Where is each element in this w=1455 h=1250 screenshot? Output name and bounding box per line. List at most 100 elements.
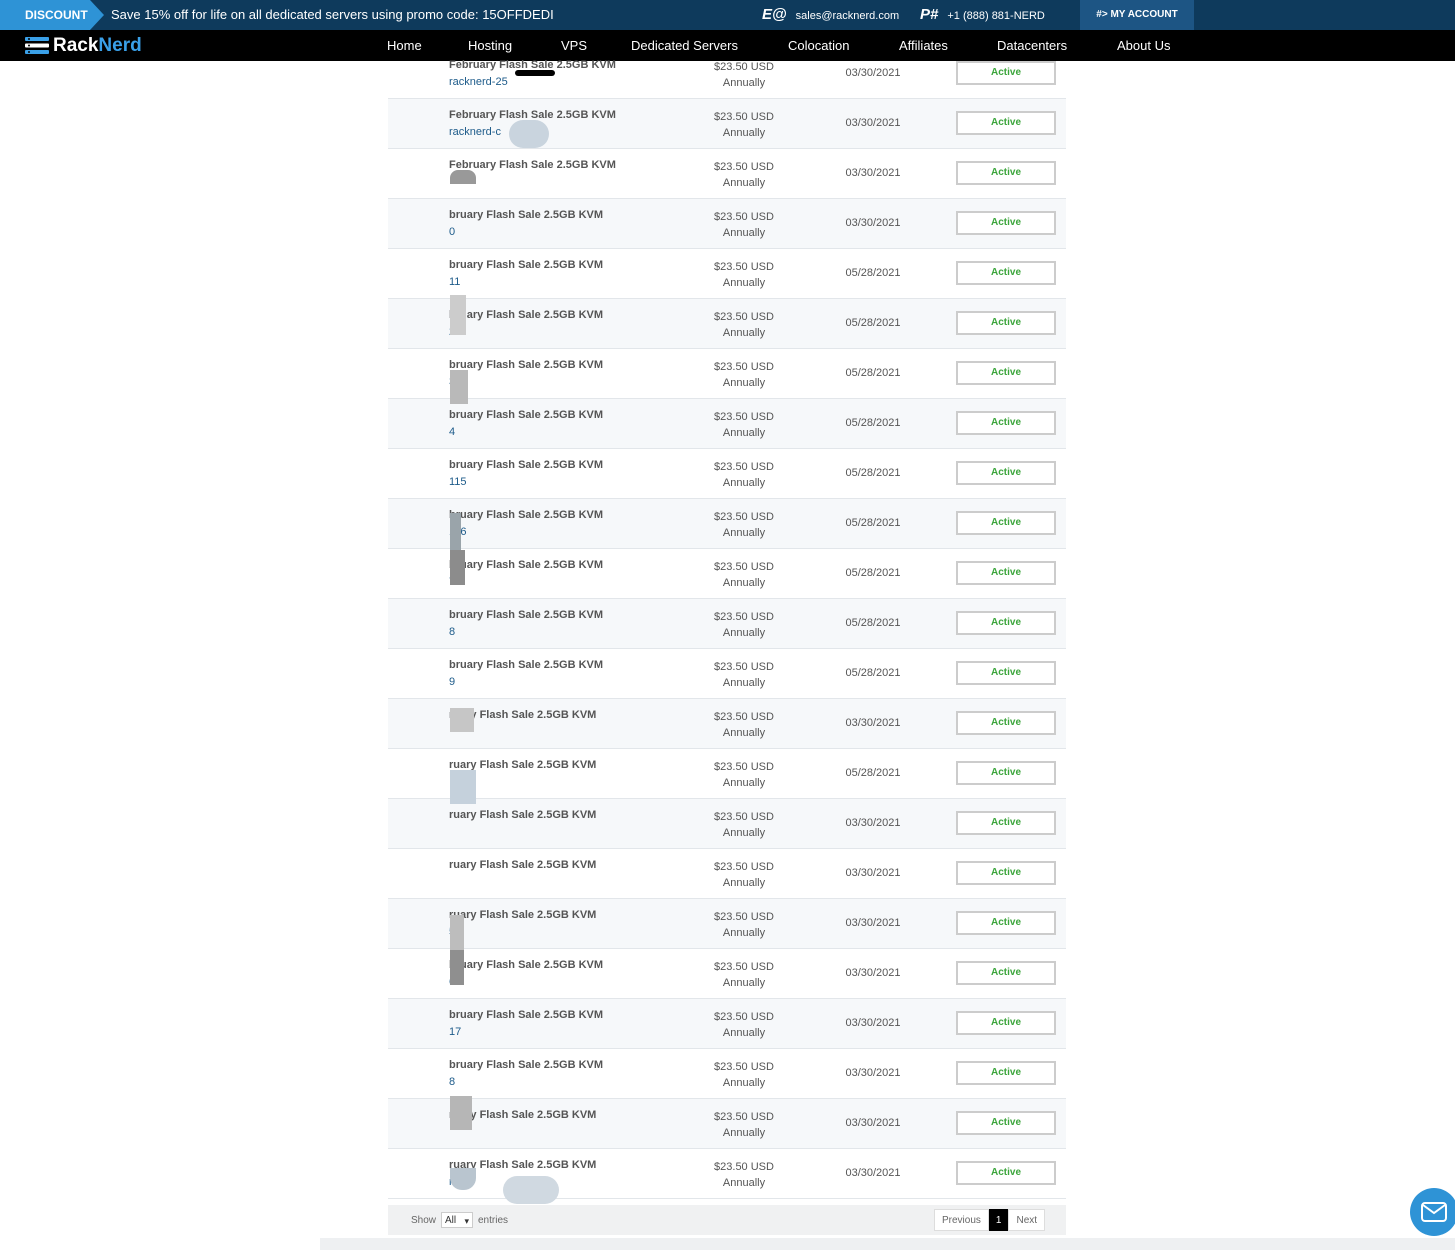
table-row[interactable]: ruary Flash Sale 2.5GB KVM 03/30/2021 Acti… xyxy=(388,799,1066,849)
chat-button[interactable] xyxy=(1410,1188,1455,1236)
racknerd-logo[interactable]: RackNerd xyxy=(25,30,142,61)
my-account-button[interactable]: #> MY ACCOUNT xyxy=(1080,0,1194,30)
logo-text: RackNerd xyxy=(53,35,142,57)
hostname-link[interactable]: 11 xyxy=(449,276,460,288)
page-1-button[interactable]: 1 xyxy=(988,1209,1009,1231)
next-due-date: 03/30/2021 xyxy=(845,1017,901,1029)
price-amount: $23.50 USD xyxy=(714,511,774,523)
price-amount: $23.50 USD xyxy=(714,461,774,473)
status-badge: Active xyxy=(956,261,1056,285)
product-name: ruary Flash Sale 2.5GB KVM xyxy=(449,859,597,871)
entries-label: entries xyxy=(478,1215,509,1226)
next-button[interactable]: Next xyxy=(1008,1209,1046,1231)
hostname-link[interactable]: 115 xyxy=(449,476,467,488)
status-badge: Active xyxy=(956,461,1056,485)
phone-link[interactable]: +1 (888) 881-NERD xyxy=(947,10,1045,22)
billing-cycle: Annually xyxy=(722,627,766,639)
table-row[interactable]: ruary Flash Sale 2.5GB KVM 03/30/2021 Acti… xyxy=(388,849,1066,899)
table-row[interactable]: bruary Flash Sale 2.5GB KVM 115 05/28/2021… xyxy=(388,449,1066,499)
next-due-date: 03/30/2021 xyxy=(845,917,901,929)
bottom-shadow xyxy=(320,1238,1455,1250)
table-row[interactable]: bruary Flash Sale 2.5GB KVM205/28/2021Ac… xyxy=(388,299,1066,349)
table-row[interactable]: bruary Flash Sale 2.5GB KVM 8 03/30/2021 Ac… xyxy=(388,1049,1066,1099)
table-row[interactable]: ruary Flash Sale 2.5GB KVMnerd-03/30/202… xyxy=(388,1149,1066,1199)
price-amount: $23.50 USD xyxy=(714,711,774,723)
price-cell: $23.50 USD Annually xyxy=(694,1109,794,1141)
hostname-link[interactable]: racknerd-c xyxy=(449,126,501,138)
logo-icon xyxy=(25,37,49,54)
product-name: February Flash Sale 2.5GB KVM xyxy=(449,159,616,171)
billing-cycle: Annually xyxy=(722,427,766,439)
hostname-link[interactable]: 8 xyxy=(449,626,455,638)
price-amount: $23.50 USD xyxy=(714,761,774,773)
table-row[interactable]: bruary Flash Sale 2.5GB KVM11605/28/2021… xyxy=(388,499,1066,549)
table-row[interactable]: bruary Flash Sale 2.5GB KVM 17 03/30/2021 A… xyxy=(388,999,1066,1049)
price-cell: $23.50 USD Annually xyxy=(694,609,794,641)
table-row[interactable]: bruary Flash Sale 2.5GB KVM 11 05/28/2021 A… xyxy=(388,249,1066,299)
redaction-mask xyxy=(509,120,549,148)
status-badge: Active xyxy=(956,961,1056,985)
status-badge: Active xyxy=(956,361,1056,385)
table-row[interactable]: bruary Flash Sale 2.5GB KVM 0 03/30/2021 Ac… xyxy=(388,199,1066,249)
nav-about-us[interactable]: About Us xyxy=(1117,30,1170,61)
table-row[interactable]: February Flash Sale 2.5GB KVM racknerd-c 0… xyxy=(388,99,1066,149)
table-row[interactable]: bruary Flash Sale 2.5GB KVM 8 05/28/2021 Ac… xyxy=(388,599,1066,649)
status-badge: Active xyxy=(956,711,1056,735)
hostname-link[interactable]: 8 xyxy=(449,1076,455,1088)
table-row[interactable]: ruary Flash Sale 2.5GB KVM 03/30/2021 Acti… xyxy=(388,699,1066,749)
price-amount: $23.50 USD xyxy=(714,611,774,623)
next-due-date: 03/30/2021 xyxy=(845,167,901,179)
logo-nerd: Nerd xyxy=(98,34,142,56)
price-cell: $23.50 USD Annually xyxy=(694,659,794,691)
price-cell: $23.50 USD Annually xyxy=(694,159,794,191)
price-amount: $23.50 USD xyxy=(714,561,774,573)
price-cell: $23.50 USD Annually xyxy=(694,1059,794,1091)
table-row[interactable]: ruary Flash Sale 2.5GB KVM 03/30/2021 Acti… xyxy=(388,1099,1066,1149)
table-row[interactable]: ruary Flash Sale 2.5GB KVM 05/28/2021 Acti… xyxy=(388,749,1066,799)
redaction-mask xyxy=(515,76,555,98)
price-amount: $23.50 USD xyxy=(714,261,774,273)
price-cell: $23.50 USD Annually xyxy=(694,509,794,541)
phone-contact[interactable]: P# +1 (888) 881-NERD xyxy=(920,0,1045,31)
price-amount: $23.50 USD xyxy=(714,1161,774,1173)
hostname-link[interactable]: 4 xyxy=(449,426,455,438)
price-cell: $23.50 USD Annually xyxy=(694,259,794,291)
billing-cycle: Annually xyxy=(722,227,766,239)
hostname-link[interactable]: 9 xyxy=(449,676,455,688)
table-row[interactable]: ruary Flash Sale 2.5GB KVM503/30/2021Act… xyxy=(388,899,1066,949)
table-row[interactable]: February Flash Sale 2.5GB KVM racknerd-25… xyxy=(388,49,1066,99)
email-link[interactable]: sales@racknerd.com xyxy=(796,10,899,22)
price-cell: $23.50 USD Annually xyxy=(694,959,794,991)
table-row[interactable]: February Flash Sale 2.5GB KVM 03/30/2021 A… xyxy=(388,149,1066,199)
previous-button[interactable]: Previous xyxy=(934,1209,989,1231)
next-due-date: 05/28/2021 xyxy=(845,617,901,629)
hostname-link[interactable]: 0 xyxy=(449,226,455,238)
redaction-mask xyxy=(450,170,476,184)
table-row[interactable]: bruary Flash Sale 2.5GB KVM305/28/2021Ac… xyxy=(388,349,1066,399)
redaction-mask xyxy=(503,1176,559,1204)
product-name: bruary Flash Sale 2.5GB KVM xyxy=(449,359,604,371)
price-cell: $23.50 USD Annually xyxy=(694,1159,794,1191)
billing-cycle: Annually xyxy=(722,177,766,189)
price-amount: $23.50 USD xyxy=(714,61,774,73)
table-row[interactable]: bruary Flash Sale 2.5GB KVM 4 05/28/2021 Ac… xyxy=(388,399,1066,449)
next-due-date: 03/30/2021 xyxy=(845,217,901,229)
price-amount: $23.50 USD xyxy=(714,1011,774,1023)
billing-cycle: Annually xyxy=(722,1027,766,1039)
status-badge: Active xyxy=(956,861,1056,885)
price-amount: $23.50 USD xyxy=(714,111,774,123)
redaction-mask xyxy=(450,513,461,551)
table-row[interactable]: bruary Flash Sale 2.5GB KVM603/30/2021Ac… xyxy=(388,949,1066,999)
billing-cycle: Annually xyxy=(722,77,766,89)
price-cell: $23.50 USD Annually xyxy=(694,709,794,741)
entries-select[interactable]: All ▾ xyxy=(441,1212,473,1228)
hostname-link[interactable]: 17 xyxy=(449,1026,461,1038)
status-badge: Active xyxy=(956,661,1056,685)
table-row[interactable]: bruary Flash Sale 2.5GB KVM705/28/2021Ac… xyxy=(388,549,1066,599)
table-row[interactable]: bruary Flash Sale 2.5GB KVM 9 05/28/2021 Ac… xyxy=(388,649,1066,699)
next-due-date: 05/28/2021 xyxy=(845,367,901,379)
price-amount: $23.50 USD xyxy=(714,1111,774,1123)
product-name: ruary Flash Sale 2.5GB KVM xyxy=(449,809,597,821)
email-contact[interactable]: E@ sales@racknerd.com xyxy=(762,0,899,31)
hostname-link[interactable]: racknerd-25 xyxy=(449,76,508,88)
